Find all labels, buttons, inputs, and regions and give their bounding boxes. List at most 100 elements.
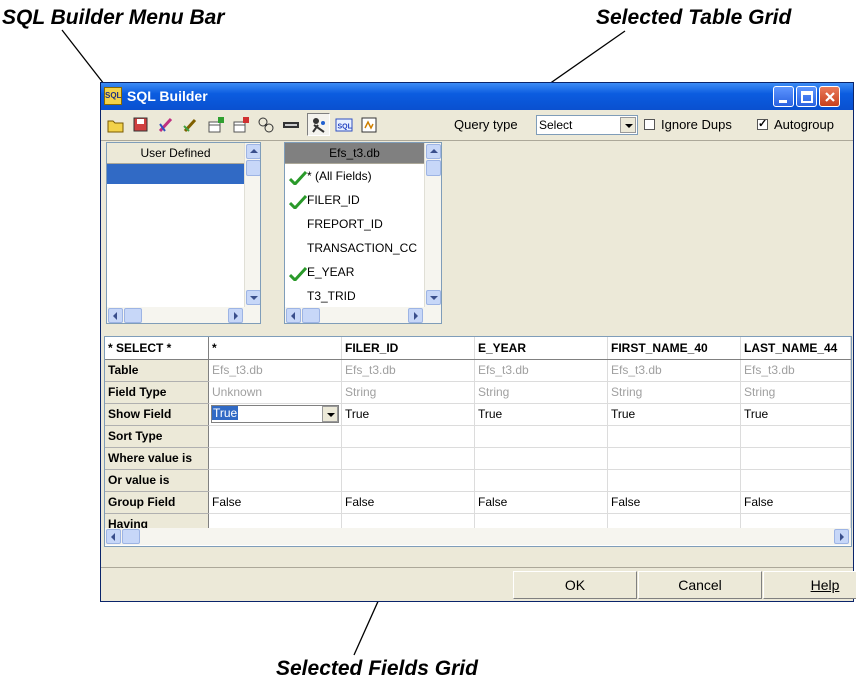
cancel-button[interactable]: Cancel bbox=[638, 571, 762, 599]
grid-cell[interactable]: False bbox=[474, 491, 608, 514]
grid-cell[interactable]: String bbox=[740, 381, 851, 404]
grid-cell[interactable]: Efs_t3.db bbox=[474, 359, 608, 382]
help-button[interactable]: Help bbox=[763, 571, 856, 599]
close-button[interactable] bbox=[819, 86, 840, 107]
grid-cell[interactable] bbox=[607, 447, 741, 470]
scroll-down-icon[interactable] bbox=[426, 290, 441, 305]
ignore-dups-label: Ignore Dups bbox=[661, 117, 732, 132]
grid-cell[interactable]: String bbox=[607, 381, 741, 404]
grid-cell[interactable] bbox=[208, 447, 342, 470]
grid-cell[interactable]: True bbox=[607, 403, 741, 426]
scroll-thumb[interactable] bbox=[122, 529, 140, 544]
grid-cell[interactable]: Efs_t3.db bbox=[740, 359, 851, 382]
grid-cell[interactable] bbox=[474, 469, 608, 492]
grid-cell[interactable]: False bbox=[607, 491, 741, 514]
grid-cell[interactable]: False bbox=[208, 491, 342, 514]
grid-cell[interactable] bbox=[740, 425, 851, 448]
sql-text-button[interactable]: SQL bbox=[332, 113, 355, 136]
grid-cell[interactable]: True bbox=[474, 403, 608, 426]
scroll-thumb[interactable] bbox=[246, 160, 260, 176]
user-defined-list[interactable]: User Defined bbox=[106, 142, 261, 324]
grid-cell[interactable] bbox=[341, 447, 475, 470]
table-field-item[interactable]: FREPORT_ID bbox=[289, 213, 383, 235]
scroll-up-icon[interactable] bbox=[246, 144, 260, 159]
save-button[interactable] bbox=[129, 113, 152, 136]
user-defined-hscrollbar[interactable] bbox=[107, 307, 260, 323]
query-type-select[interactable]: Select bbox=[536, 115, 638, 135]
clear-button[interactable] bbox=[154, 113, 177, 136]
table-vscrollbar[interactable] bbox=[424, 143, 441, 307]
grid-cell[interactable] bbox=[341, 425, 475, 448]
user-defined-header: User Defined bbox=[107, 143, 244, 164]
scroll-right-icon[interactable] bbox=[408, 308, 423, 323]
selected-fields-grid[interactable]: * SELECT * * FILER_ID E_YEAR FIRST_NAME_40 LA… bbox=[104, 336, 852, 547]
user-defined-vscrollbar[interactable] bbox=[244, 143, 260, 307]
grid-cell[interactable] bbox=[740, 469, 851, 492]
scroll-left-icon[interactable] bbox=[106, 529, 121, 544]
scroll-left-icon[interactable] bbox=[286, 308, 301, 323]
show-field-select[interactable]: True bbox=[211, 405, 339, 423]
maximize-button[interactable] bbox=[796, 86, 817, 107]
grid-cell[interactable] bbox=[474, 425, 608, 448]
join-button[interactable] bbox=[254, 113, 277, 136]
grid-column-header[interactable]: FILER_ID bbox=[341, 337, 475, 360]
chevron-down-icon[interactable] bbox=[620, 117, 636, 133]
grid-cell[interactable]: String bbox=[341, 381, 475, 404]
grid-cell[interactable]: String bbox=[474, 381, 608, 404]
grid-cell[interactable] bbox=[208, 425, 342, 448]
clear-icon bbox=[158, 117, 173, 133]
grid-cell[interactable] bbox=[474, 447, 608, 470]
footer-divider bbox=[101, 567, 853, 568]
edit-button[interactable] bbox=[179, 113, 202, 136]
scroll-thumb[interactable] bbox=[302, 308, 320, 323]
scroll-thumb[interactable] bbox=[426, 160, 441, 176]
table-field-item[interactable]: FILER_ID bbox=[288, 189, 360, 211]
grid-cell[interactable]: Unknown bbox=[208, 381, 342, 404]
grid-cell[interactable] bbox=[341, 469, 475, 492]
sql-field-button[interactable] bbox=[279, 113, 302, 136]
table-field-item[interactable]: TRANSACTION_CC bbox=[289, 237, 417, 259]
grid-cell[interactable]: True bbox=[208, 403, 342, 426]
scroll-right-icon[interactable] bbox=[834, 529, 849, 544]
grid-hscrollbar[interactable] bbox=[105, 528, 851, 545]
table-hscrollbar[interactable] bbox=[285, 307, 441, 323]
table-field-item[interactable]: * (All Fields) bbox=[288, 165, 372, 187]
table-field-item[interactable]: T3_TRID bbox=[289, 285, 356, 307]
scroll-up-icon[interactable] bbox=[426, 144, 441, 159]
grid-column-header[interactable]: E_YEAR bbox=[474, 337, 608, 360]
grid-cell[interactable] bbox=[607, 425, 741, 448]
selected-table-grid[interactable]: Efs_t3.db * (All Fields) FILER_ID FREPORT_… bbox=[284, 142, 442, 324]
grid-column-header[interactable]: FIRST_NAME_40 bbox=[607, 337, 741, 360]
grid-column-header[interactable]: LAST_NAME_44 bbox=[740, 337, 851, 360]
ignore-dups-checkbox[interactable] bbox=[644, 119, 655, 130]
scroll-down-icon[interactable] bbox=[246, 290, 260, 305]
ok-button[interactable]: OK bbox=[513, 571, 637, 599]
open-button[interactable] bbox=[104, 113, 127, 136]
grid-cell[interactable]: Efs_t3.db bbox=[208, 359, 342, 382]
remove-table-button[interactable] bbox=[229, 113, 252, 136]
run-query-button[interactable] bbox=[307, 113, 330, 136]
help-button-label: Help bbox=[810, 577, 840, 593]
grid-cell[interactable] bbox=[208, 469, 342, 492]
scroll-left-icon[interactable] bbox=[108, 308, 123, 323]
chevron-down-icon[interactable] bbox=[322, 406, 338, 422]
grid-column-header[interactable]: * bbox=[208, 337, 342, 360]
grid-cell[interactable]: False bbox=[341, 491, 475, 514]
report-button[interactable] bbox=[357, 113, 380, 136]
scroll-right-icon[interactable] bbox=[228, 308, 243, 323]
autogroup-checkbox[interactable]: ✓ bbox=[757, 119, 768, 130]
grid-cell[interactable] bbox=[740, 447, 851, 470]
grid-row-header: Where value is bbox=[105, 447, 209, 470]
title-bar[interactable]: SQL SQL Builder bbox=[101, 83, 853, 110]
add-table-button[interactable] bbox=[204, 113, 227, 136]
grid-cell[interactable]: False bbox=[740, 491, 851, 514]
grid-cell[interactable]: Efs_t3.db bbox=[607, 359, 741, 382]
minimize-button[interactable] bbox=[773, 86, 794, 107]
grid-cell[interactable]: True bbox=[341, 403, 475, 426]
table-field-item[interactable]: E_YEAR bbox=[288, 261, 354, 283]
grid-cell[interactable]: Efs_t3.db bbox=[341, 359, 475, 382]
scroll-thumb[interactable] bbox=[124, 308, 142, 323]
grid-cell[interactable] bbox=[607, 469, 741, 492]
user-defined-selected-row[interactable] bbox=[107, 164, 244, 184]
grid-cell[interactable]: True bbox=[740, 403, 851, 426]
